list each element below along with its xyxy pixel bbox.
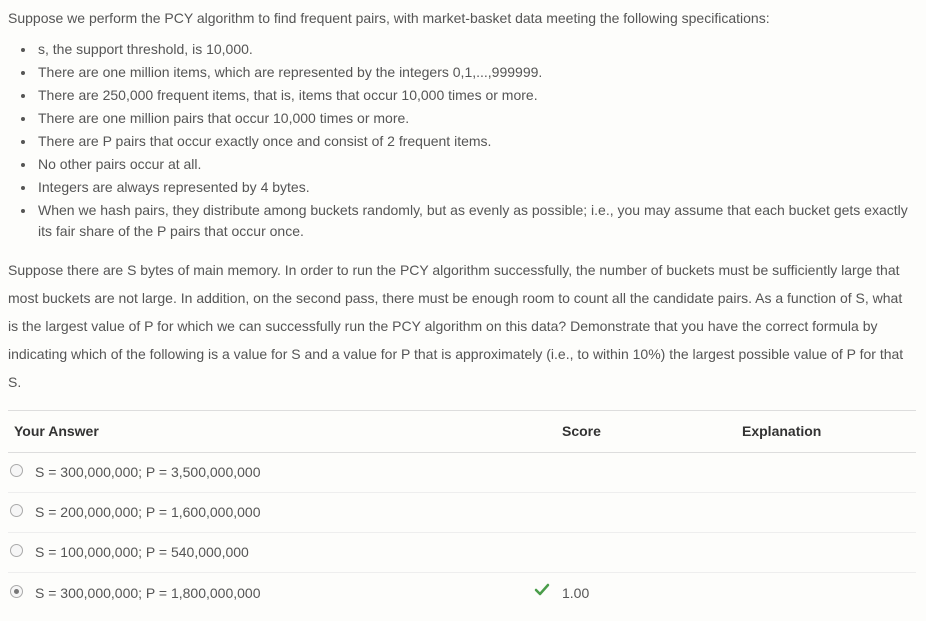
answer-score: [556, 533, 736, 573]
question-intro: Suppose we perform the PCY algorithm to …: [8, 8, 916, 29]
spec-item: s, the support threshold, is 10,000.: [36, 39, 916, 60]
answer-row[interactable]: S = 300,000,000; P = 1,800,000,000 1.00: [8, 573, 916, 614]
answer-score: [556, 453, 736, 493]
spec-item: There are 250,000 frequent items, that i…: [36, 85, 916, 106]
radio-icon[interactable]: [10, 585, 23, 598]
answer-score: [556, 493, 736, 533]
spec-item: There are one million items, which are r…: [36, 62, 916, 83]
header-score: Score: [556, 411, 736, 453]
spec-item: There are one million pairs that occur 1…: [36, 108, 916, 129]
spec-item: Integers are always represented by 4 byt…: [36, 177, 916, 198]
answer-label: S = 100,000,000; P = 540,000,000: [29, 533, 516, 573]
spec-list: s, the support threshold, is 10,000. The…: [8, 39, 916, 242]
header-explanation: Explanation: [736, 411, 916, 453]
radio-icon[interactable]: [10, 504, 23, 517]
question-body: Suppose there are S bytes of main memory…: [8, 256, 916, 396]
spec-item: There are P pairs that occur exactly onc…: [36, 131, 916, 152]
answer-row[interactable]: S = 200,000,000; P = 1,600,000,000: [8, 493, 916, 533]
answer-label: S = 300,000,000; P = 1,800,000,000: [29, 573, 516, 614]
answer-table: Your Answer Score Explanation S = 300,00…: [8, 410, 916, 613]
header-answer: Your Answer: [8, 411, 516, 453]
answer-row[interactable]: S = 100,000,000; P = 540,000,000: [8, 533, 916, 573]
radio-icon[interactable]: [10, 544, 23, 557]
radio-icon[interactable]: [10, 464, 23, 477]
answer-score: 1.00: [556, 573, 736, 614]
answer-label: S = 200,000,000; P = 1,600,000,000: [29, 493, 516, 533]
spec-item: When we hash pairs, they distribute amon…: [36, 200, 916, 242]
answer-row[interactable]: S = 300,000,000; P = 3,500,000,000: [8, 453, 916, 493]
answer-label: S = 300,000,000; P = 3,500,000,000: [29, 453, 516, 493]
check-icon: [534, 582, 550, 598]
spec-item: No other pairs occur at all.: [36, 154, 916, 175]
